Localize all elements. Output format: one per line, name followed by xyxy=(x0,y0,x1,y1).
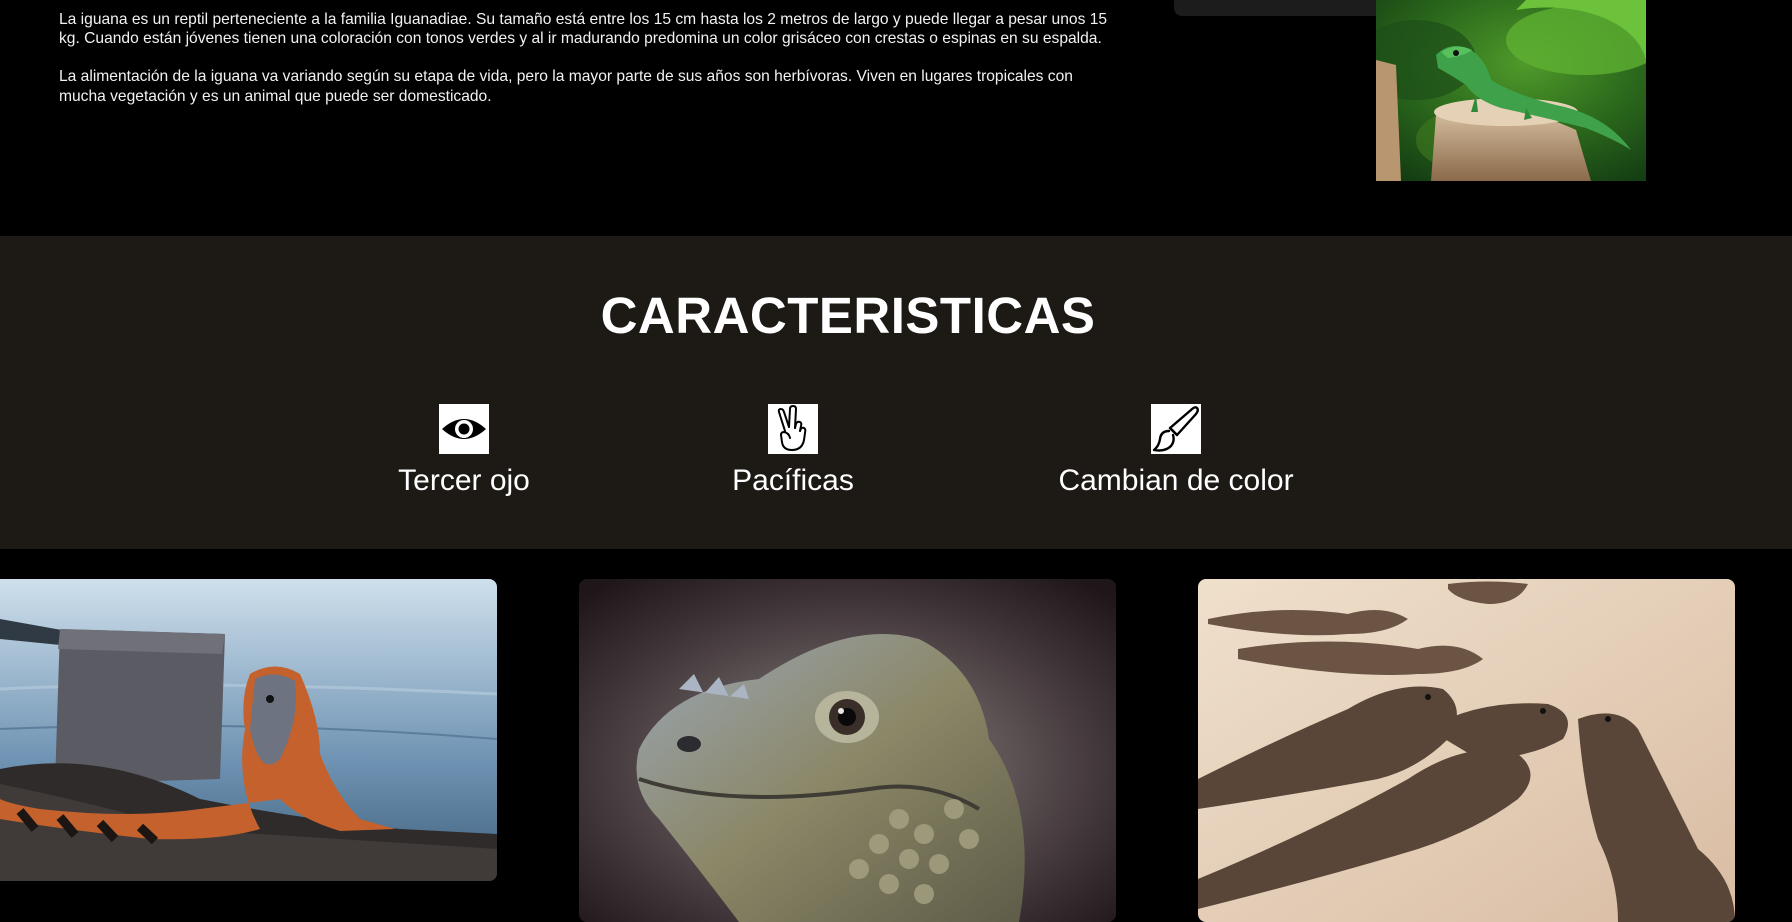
iguana-closeup-photo xyxy=(579,579,1116,922)
eye-icon xyxy=(439,404,489,454)
features-section: CARACTERISTICAS Tercer ojo Pacíficas Cam… xyxy=(0,236,1792,549)
green-iguana-photo xyxy=(1376,0,1646,181)
intro-text: La iguana es un reptil perteneciente a l… xyxy=(59,10,1119,125)
orange-iguana-photo xyxy=(0,579,497,881)
intro-paragraph: La iguana es un reptil perteneciente a l… xyxy=(59,11,1108,48)
feature-label: Cambian de color xyxy=(1058,464,1294,497)
intro-paragraph: La alimentación de la iguana va variando… xyxy=(59,68,1073,105)
peace-hand-icon xyxy=(768,404,818,454)
feature-third-eye: Tercer ojo xyxy=(314,404,614,514)
paintbrush-icon xyxy=(1151,404,1201,454)
feature-label: Pacíficas xyxy=(732,464,854,497)
feature-color-change: Cambian de color xyxy=(1026,404,1326,514)
intro-section: La iguana es un reptil perteneciente a l… xyxy=(0,0,1792,236)
features-title: CARACTERISTICAS xyxy=(600,287,1096,344)
page: La iguana es un reptil perteneciente a l… xyxy=(0,0,1792,922)
feature-label: Tercer ojo xyxy=(398,464,530,497)
gallery-section xyxy=(0,549,1792,922)
iguanas-on-beach-photo xyxy=(1198,579,1735,922)
feature-peaceful: Pacíficas xyxy=(643,404,943,514)
